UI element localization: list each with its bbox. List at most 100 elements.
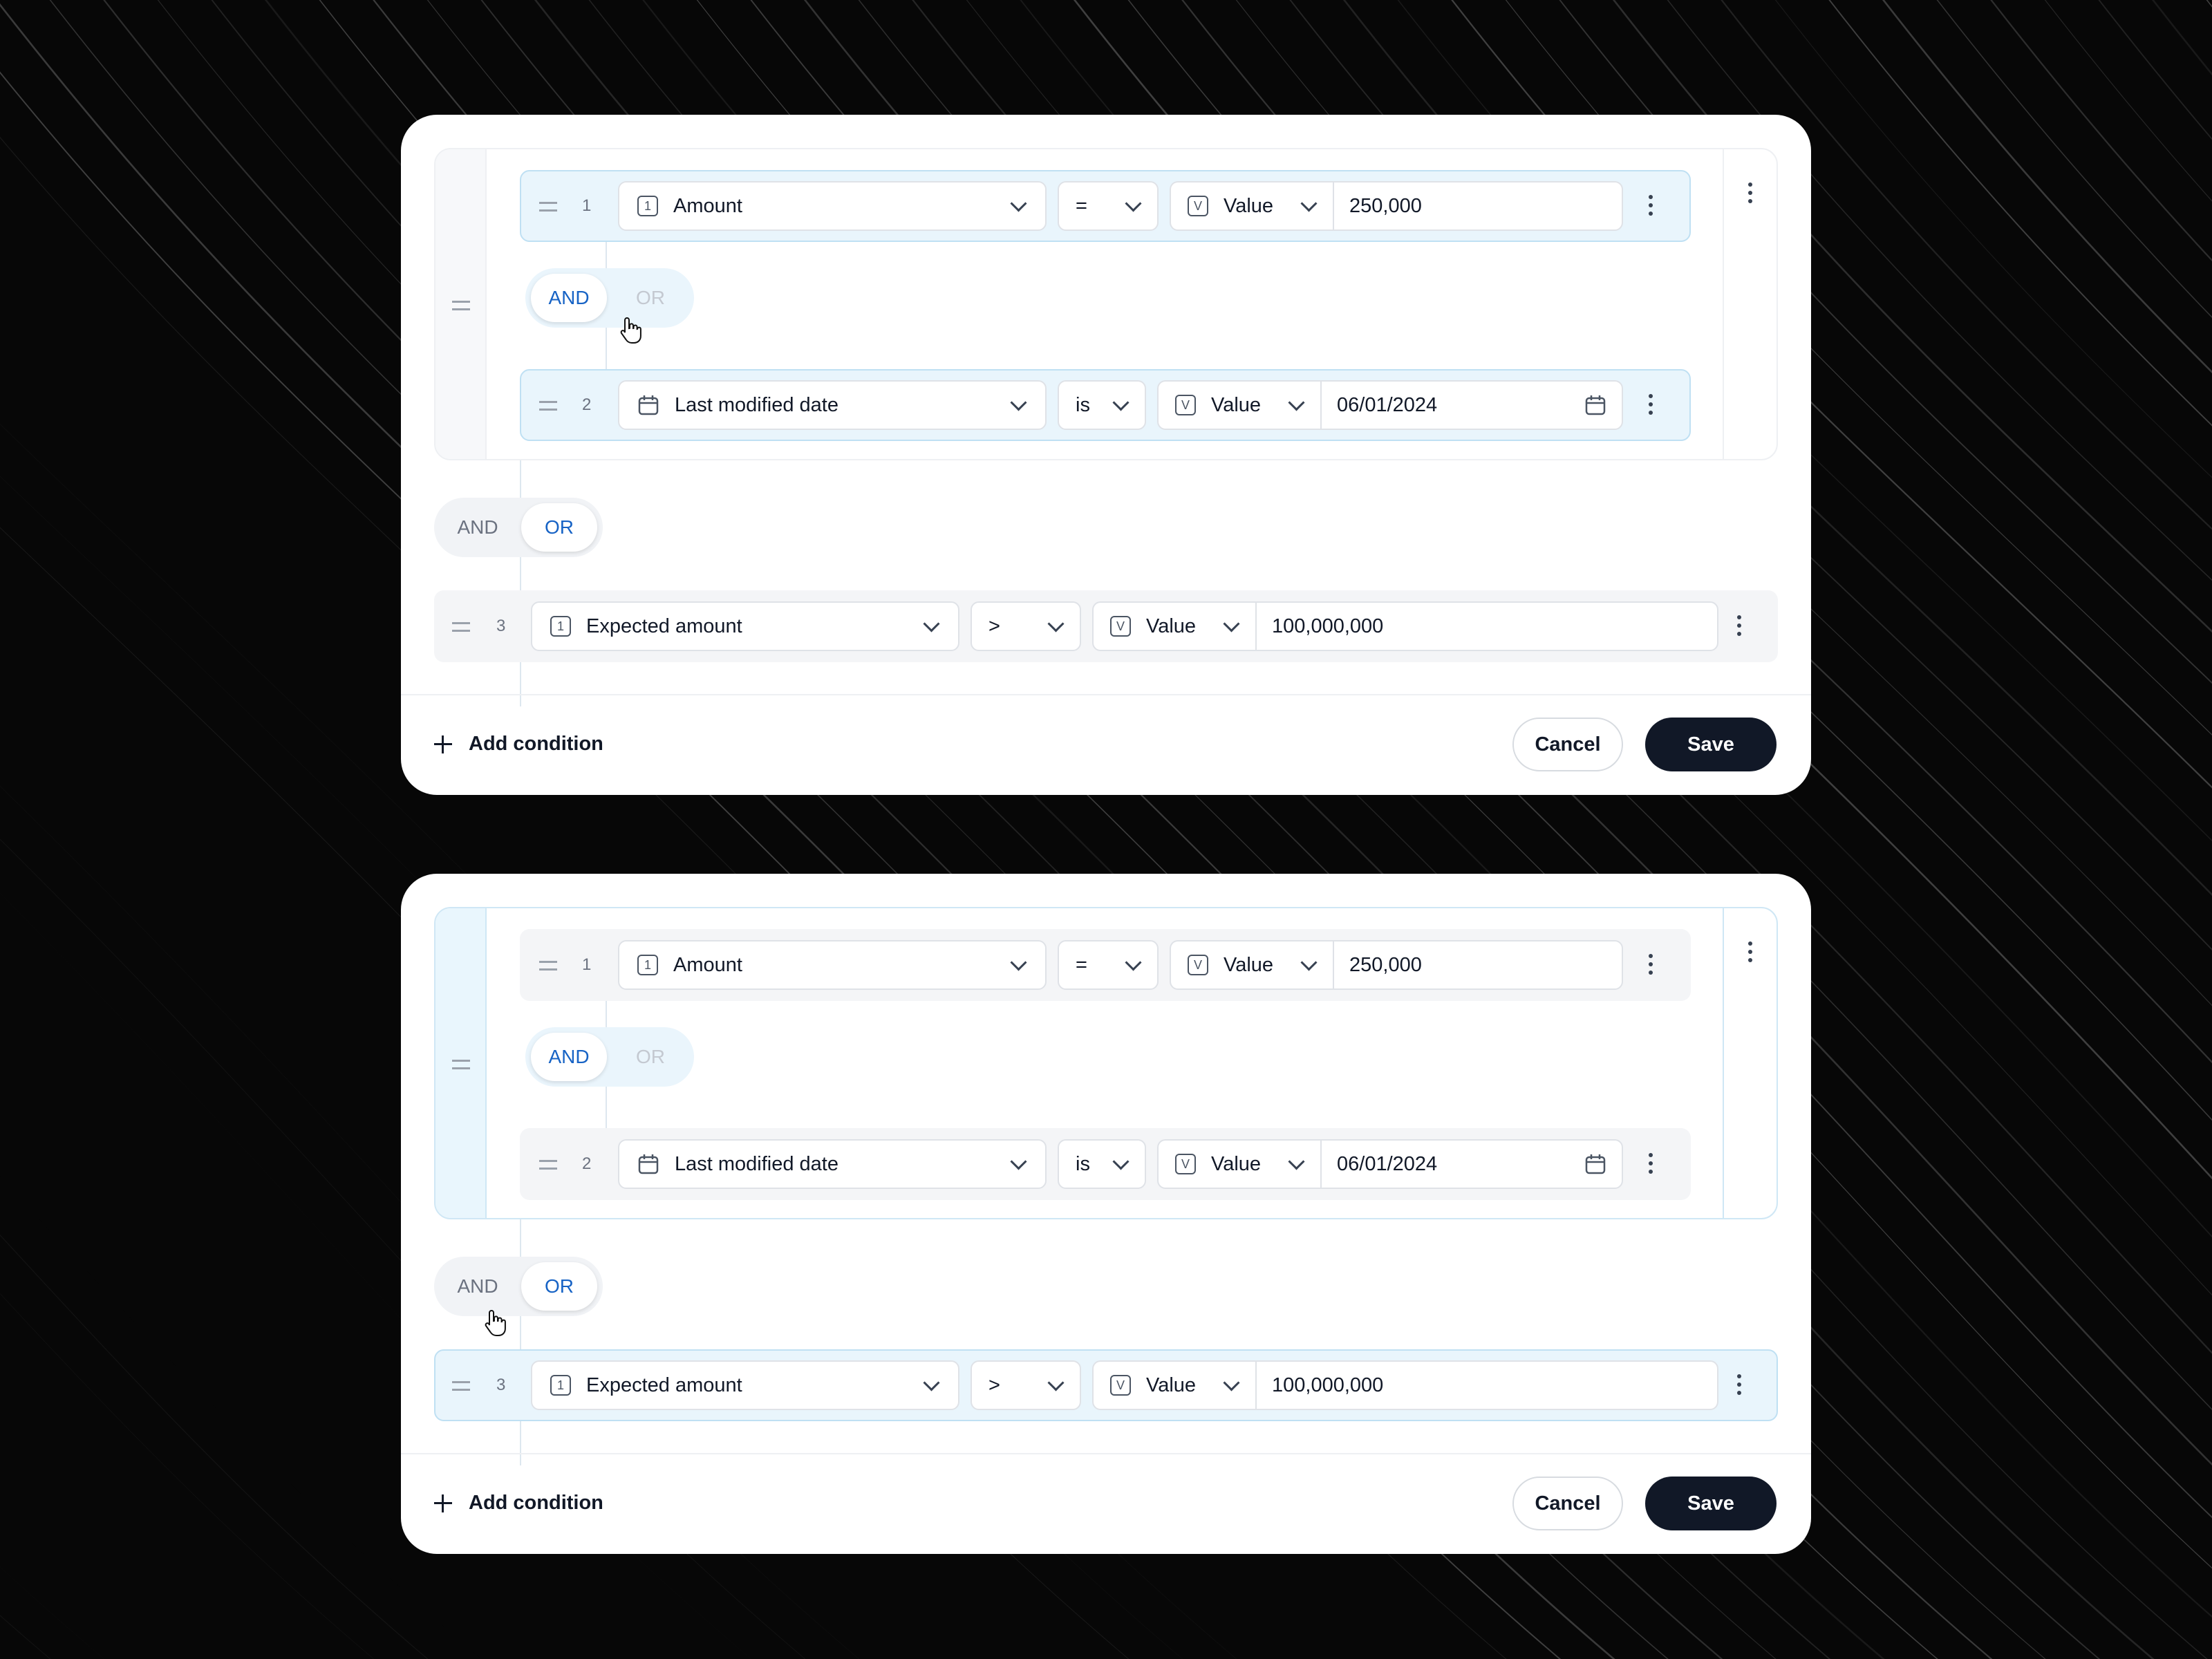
operator-select[interactable]: >: [971, 601, 1081, 651]
or-option[interactable]: OR: [521, 503, 597, 552]
row-number: 1: [582, 196, 592, 215]
and-or-toggle[interactable]: AND OR: [525, 1027, 694, 1087]
operator-select[interactable]: =: [1058, 940, 1159, 990]
value-type-select[interactable]: V Value: [1157, 1139, 1320, 1189]
field-select[interactable]: 1 Expected amount: [531, 601, 959, 651]
condition-builder-panel: 1 1 Amount = V Value 250,000 AND OR 2 Last modifie…: [401, 115, 1811, 795]
row-drag-handle-icon[interactable]: [539, 961, 557, 971]
and-option[interactable]: AND: [531, 274, 607, 322]
add-condition-button[interactable]: Add condition: [434, 1492, 603, 1515]
field-select[interactable]: 1 Expected amount: [531, 1360, 959, 1410]
group-drag-handle-icon[interactable]: [452, 301, 470, 310]
chevron-down-icon: [1223, 615, 1240, 632]
row-more-icon[interactable]: [1648, 195, 1653, 220]
field-select[interactable]: 1 Amount: [618, 940, 1047, 990]
condition-row: 2 Last modified date is V Value 06/01/2024: [520, 369, 1691, 441]
and-option[interactable]: AND: [440, 1262, 516, 1311]
group-more-icon[interactable]: [1747, 182, 1753, 207]
date-picker-icon[interactable]: [1584, 394, 1606, 416]
and-or-toggle[interactable]: AND OR: [434, 1257, 603, 1316]
cancel-button[interactable]: Cancel: [1512, 718, 1623, 771]
cancel-button[interactable]: Cancel: [1512, 1477, 1623, 1530]
date-input[interactable]: 06/01/2024: [1320, 380, 1623, 430]
value-text: 100,000,000: [1272, 1374, 1384, 1396]
row-more-icon[interactable]: [1736, 1374, 1742, 1399]
group-menu-gutter: [1723, 908, 1777, 1218]
number-field-icon: 1: [550, 616, 571, 637]
and-option[interactable]: AND: [440, 503, 516, 552]
operator-select[interactable]: is: [1058, 1139, 1146, 1189]
group-drag-handle-icon[interactable]: [452, 1060, 470, 1069]
value-type-icon: V: [1188, 196, 1208, 216]
value-text: 250,000: [1349, 194, 1422, 217]
condition-builder-panel: 1 1 Amount = V Value 250,000 AND OR 2 Last modifie…: [401, 874, 1811, 1554]
date-input[interactable]: 06/01/2024: [1320, 1139, 1623, 1189]
chevron-down-icon: [1010, 393, 1027, 411]
chevron-down-icon: [1010, 1152, 1027, 1170]
value-type-label: Value: [1146, 1374, 1197, 1396]
group-more-icon[interactable]: [1747, 941, 1753, 966]
condition-row: 3 1 Expected amount > V Value 100,000,000: [434, 590, 1778, 662]
field-select[interactable]: 1 Amount: [618, 181, 1047, 231]
value-text: 250,000: [1349, 953, 1422, 976]
field-select[interactable]: Last modified date: [618, 1139, 1047, 1189]
chevron-down-icon: [1112, 393, 1130, 411]
value-type-label: Value: [1211, 1152, 1262, 1175]
value-input[interactable]: 250,000: [1333, 181, 1623, 231]
value-type-select[interactable]: V Value: [1092, 1360, 1255, 1410]
chevron-down-icon: [1010, 194, 1027, 212]
hand-pointer-icon: [619, 317, 643, 344]
row-drag-handle-icon[interactable]: [539, 1160, 557, 1170]
condition-row: 2 Last modified date is V Value 06/01/2024: [520, 1128, 1691, 1200]
field-select[interactable]: Last modified date: [618, 380, 1047, 430]
field-label: Amount: [673, 194, 742, 217]
plus-icon: [434, 1494, 452, 1512]
row-more-icon[interactable]: [1648, 1153, 1653, 1178]
value-input[interactable]: 100,000,000: [1255, 601, 1718, 651]
operator-select[interactable]: is: [1058, 380, 1146, 430]
operator-select[interactable]: >: [971, 1360, 1081, 1410]
operator-label: >: [988, 615, 1000, 637]
row-drag-handle-icon[interactable]: [539, 401, 557, 411]
value-type-select[interactable]: V Value: [1170, 940, 1333, 990]
or-option[interactable]: OR: [612, 274, 688, 322]
chevron-down-icon: [1047, 1374, 1065, 1391]
chevron-down-icon: [923, 1374, 940, 1391]
value-text: 06/01/2024: [1337, 393, 1438, 416]
row-drag-handle-icon[interactable]: [452, 622, 470, 632]
save-button[interactable]: Save: [1645, 1477, 1777, 1530]
row-drag-handle-icon[interactable]: [452, 1381, 470, 1391]
group-gutter: [435, 908, 487, 1218]
footer-divider: [401, 694, 1811, 695]
condition-group: 1 1 Amount = V Value 250,000 AND OR 2 Last modifie…: [434, 907, 1778, 1219]
chevron-down-icon: [1223, 1374, 1240, 1391]
value-type-icon: V: [1175, 1154, 1196, 1174]
value-text: 100,000,000: [1272, 615, 1384, 637]
value-type-select[interactable]: V Value: [1157, 380, 1320, 430]
save-button[interactable]: Save: [1645, 718, 1777, 771]
or-option[interactable]: OR: [612, 1033, 688, 1081]
row-drag-handle-icon[interactable]: [539, 202, 557, 212]
field-label: Last modified date: [675, 1152, 838, 1175]
row-more-icon[interactable]: [1736, 615, 1742, 640]
row-more-icon[interactable]: [1648, 394, 1653, 419]
value-input[interactable]: 250,000: [1333, 940, 1623, 990]
or-option[interactable]: OR: [521, 1262, 597, 1311]
value-type-icon: V: [1110, 1375, 1131, 1396]
and-option[interactable]: AND: [531, 1033, 607, 1081]
row-more-icon[interactable]: [1648, 954, 1653, 979]
operator-label: =: [1076, 953, 1087, 976]
value-type-select[interactable]: V Value: [1092, 601, 1255, 651]
value-type-label: Value: [1146, 615, 1197, 637]
add-condition-button[interactable]: Add condition: [434, 733, 603, 756]
and-or-toggle[interactable]: AND OR: [525, 268, 694, 328]
operator-label: =: [1076, 194, 1087, 217]
add-condition-label: Add condition: [469, 1492, 603, 1514]
and-or-toggle[interactable]: AND OR: [434, 498, 603, 557]
operator-select[interactable]: =: [1058, 181, 1159, 231]
value-type-select[interactable]: V Value: [1170, 181, 1333, 231]
add-condition-label: Add condition: [469, 733, 603, 755]
date-picker-icon[interactable]: [1584, 1153, 1606, 1175]
value-input[interactable]: 100,000,000: [1255, 1360, 1718, 1410]
field-label: Last modified date: [675, 393, 838, 416]
